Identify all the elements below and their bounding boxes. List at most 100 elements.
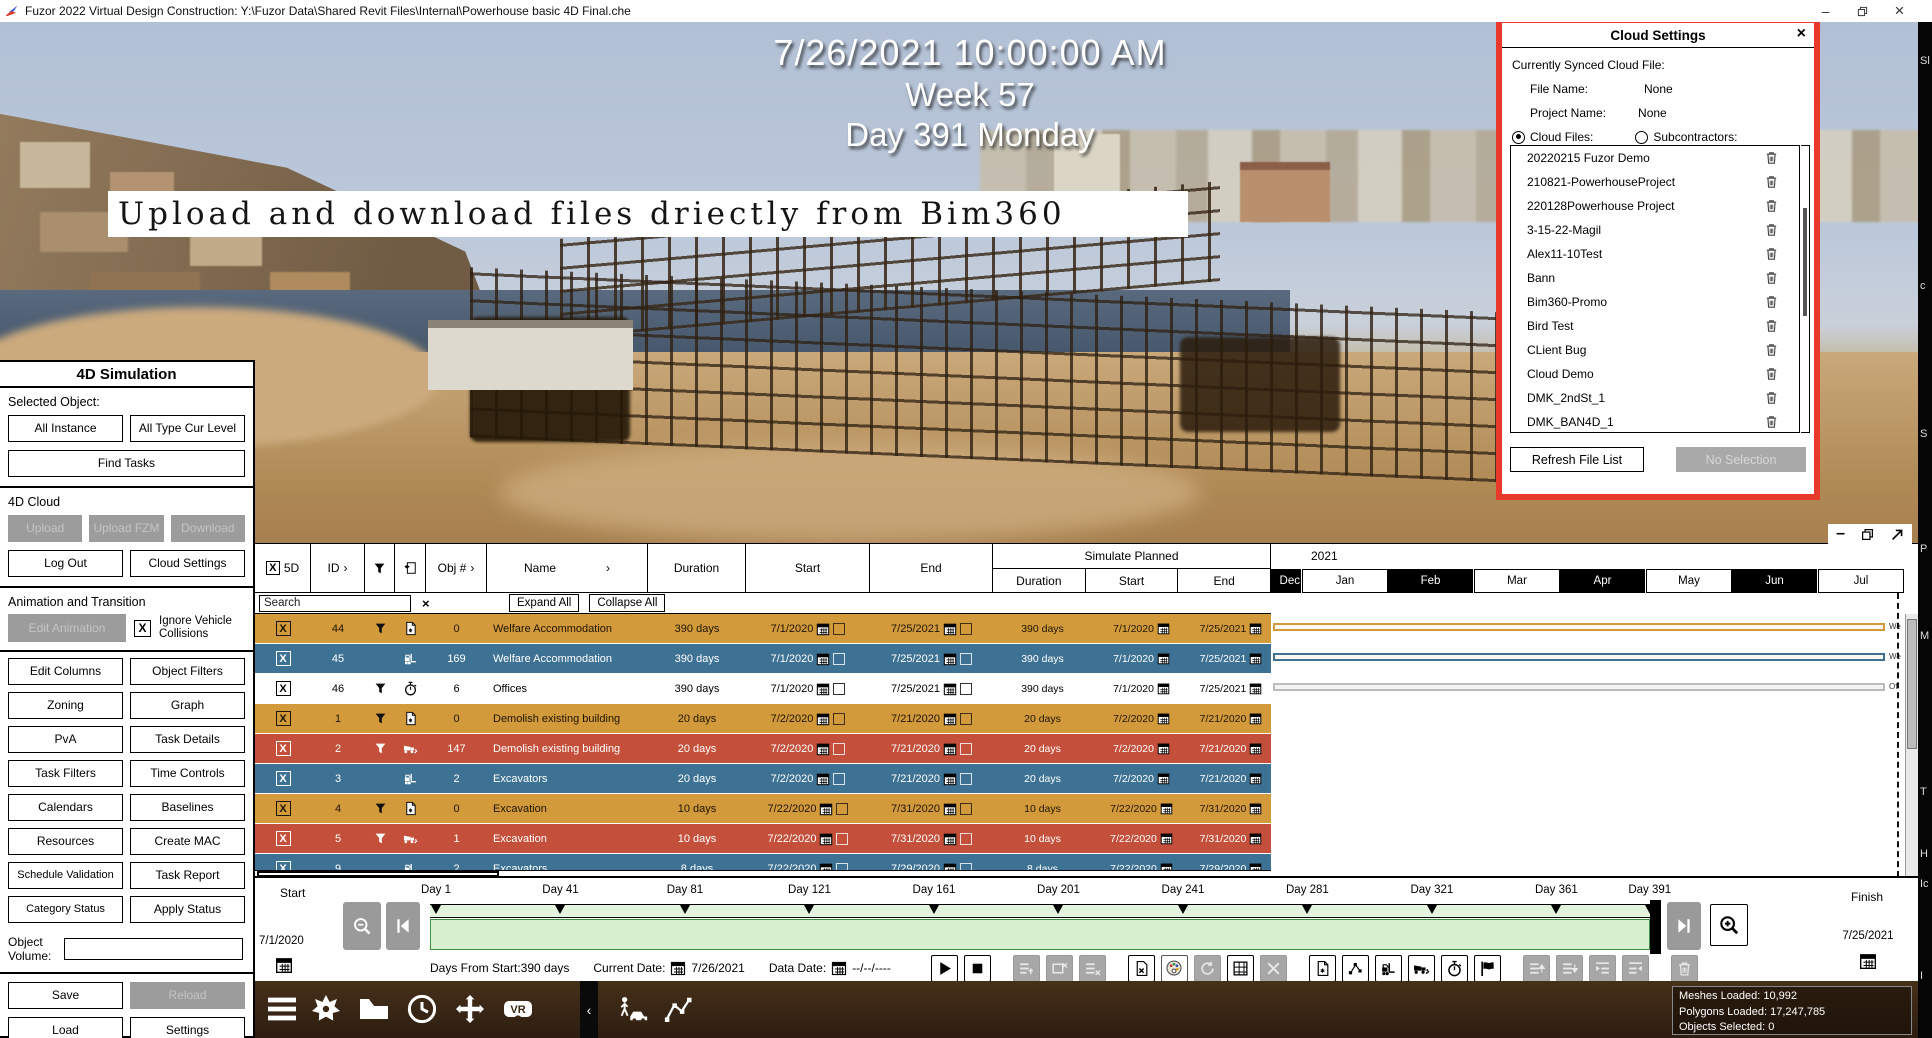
calendar-icon[interactable] (816, 622, 830, 636)
cloud-files-radio[interactable]: Cloud Files: (1512, 130, 1593, 144)
forklift-button[interactable] (1374, 954, 1402, 982)
cloud-file-item[interactable]: 20220215 Fuzor Demo (1511, 146, 1799, 170)
no-selection-button[interactable]: No Selection (1676, 447, 1806, 472)
sidebar-button-reload[interactable]: Reload (130, 982, 245, 1009)
delete-file-icon[interactable] (1764, 342, 1779, 357)
table-row[interactable]: X 44 0 Welfare Accommodation 390 days 7/1/202… (255, 614, 1271, 644)
column-header-end[interactable]: End (870, 544, 993, 593)
close-icon[interactable]: × (1893, 1, 1906, 20)
fuzor-logo-icon[interactable] (307, 990, 345, 1028)
table-row[interactable]: X 4 0 Excavation 10 days 7/22/2020 7/31/2020 10… (255, 794, 1271, 824)
sidebar-button-settings[interactable]: Settings (130, 1017, 245, 1038)
column-header-start[interactable]: Start (746, 544, 870, 593)
clear-search-icon[interactable]: × (418, 596, 434, 611)
row-checkbox[interactable]: X (275, 681, 291, 696)
sidebar-button-upload[interactable]: Upload (8, 515, 83, 542)
funnel-icon[interactable] (365, 832, 395, 845)
row-end-checkbox[interactable] (959, 802, 972, 815)
calendar-icon[interactable] (1249, 622, 1262, 635)
play-button[interactable] (930, 954, 958, 982)
menu-icon[interactable] (263, 990, 301, 1028)
restore-icon[interactable] (1856, 5, 1869, 18)
folder-icon[interactable] (355, 990, 393, 1028)
row-checkbox[interactable]: X (275, 621, 291, 636)
sidebar-button-calendars[interactable]: Calendars (8, 794, 123, 821)
row-start-checkbox[interactable] (833, 652, 846, 665)
row-checkbox[interactable]: X (275, 831, 291, 846)
funnel-icon[interactable] (365, 622, 395, 635)
sidebar-button-graph[interactable]: Graph (130, 692, 245, 719)
funnel-icon[interactable] (365, 742, 395, 755)
path-icon[interactable] (659, 990, 697, 1028)
calendar-icon[interactable] (1160, 802, 1173, 815)
refresh-button[interactable] (1193, 954, 1221, 982)
sidebar-button-object-filters[interactable]: Object Filters (130, 658, 245, 685)
delete-task-button[interactable] (1078, 954, 1106, 982)
timeline-position-marker[interactable] (1650, 900, 1661, 954)
delete-column-button[interactable] (1045, 954, 1073, 982)
outdent-button[interactable] (1621, 954, 1649, 982)
cloud-file-item[interactable]: Bird Test (1511, 314, 1799, 338)
calendar-icon[interactable] (1157, 682, 1170, 695)
calendar-icon[interactable] (816, 682, 830, 696)
table-row[interactable]: X 5 1 Excavation 10 days 7/22/2020 7/31/2020 10… (255, 824, 1271, 854)
pedestrian-car-icon[interactable] (615, 990, 653, 1028)
object-volume-input[interactable] (64, 938, 243, 960)
delete-button[interactable] (1670, 954, 1698, 982)
delete-file-icon[interactable] (1764, 174, 1779, 189)
dependency-button[interactable] (1341, 954, 1369, 982)
sidebar-button-category-status[interactable]: Category Status (8, 896, 123, 923)
calendar-icon[interactable] (1249, 742, 1262, 755)
sidebar-button-apply-status[interactable]: Apply Status (130, 896, 245, 923)
row-start-checkbox[interactable] (833, 772, 846, 785)
column-header-sim-start[interactable]: Start (1086, 569, 1179, 592)
calendar-icon[interactable] (816, 712, 830, 726)
gantt-bar[interactable] (1273, 623, 1885, 631)
edit-animation-button[interactable]: Edit Animation (8, 614, 126, 642)
sidebar-button-time-controls[interactable]: Time Controls (130, 760, 245, 787)
sidebar-button-log-out[interactable]: Log Out (8, 550, 123, 577)
delete-file-icon[interactable] (1764, 246, 1779, 261)
delete-file-icon[interactable] (1764, 270, 1779, 285)
calendar-icon[interactable] (1157, 742, 1170, 755)
delete-file-icon[interactable] (1764, 222, 1779, 237)
collapse-all-button[interactable]: Collapse All (589, 594, 666, 612)
cloud-file-item[interactable]: Bann (1511, 266, 1799, 290)
sidebar-button-baselines[interactable]: Baselines (130, 794, 245, 821)
column-header-sim-duration[interactable]: Duration (993, 569, 1086, 592)
file-list-scroll-thumb[interactable] (1803, 208, 1807, 316)
delete-file-icon[interactable] (1764, 150, 1779, 165)
row-checkbox[interactable]: X (275, 711, 291, 726)
move-down-button[interactable] (1555, 954, 1583, 982)
calendar-icon[interactable] (943, 742, 957, 756)
calendar-icon[interactable] (1157, 622, 1170, 635)
sidebar-button-edit-columns[interactable]: Edit Columns (8, 658, 123, 685)
gantt-vertical-scrollbar[interactable] (1905, 614, 1918, 877)
cloud-file-item[interactable]: Bim360-Promo (1511, 290, 1799, 314)
calendar-icon[interactable] (943, 832, 957, 846)
calendar-icon[interactable] (943, 682, 957, 696)
add-task-button[interactable] (1012, 954, 1040, 982)
new-task-button[interactable] (1308, 954, 1336, 982)
calendar-icon[interactable] (819, 832, 833, 846)
sidebar-button-schedule-validation[interactable]: Schedule Validation (8, 862, 123, 889)
calendar-icon[interactable] (1157, 772, 1170, 785)
calendar-icon[interactable] (943, 652, 957, 666)
delete-file-icon[interactable] (1764, 198, 1779, 213)
calendar-icon[interactable] (943, 772, 957, 786)
column-header-filter[interactable] (365, 544, 395, 593)
row-start-checkbox[interactable] (836, 832, 849, 845)
calendar-icon[interactable] (1249, 682, 1262, 695)
gantt-minimize-icon[interactable]: – (1836, 525, 1845, 543)
cloud-file-item[interactable]: 220128Powerhouse Project (1511, 194, 1799, 218)
sidebar-button-upload-fzm[interactable]: Upload FZM (89, 515, 164, 542)
calendar-icon[interactable] (1249, 832, 1262, 845)
stop-button[interactable] (963, 954, 991, 982)
row-checkbox[interactable]: X (275, 651, 291, 666)
calendar-icon[interactable] (943, 622, 957, 636)
calendar-icon[interactable] (1160, 832, 1173, 845)
sidebar-button-load[interactable]: Load (8, 1017, 123, 1038)
clock-icon[interactable] (403, 990, 441, 1028)
timeline-skip-start-button[interactable] (386, 902, 420, 950)
calendar-icon[interactable] (670, 960, 686, 976)
